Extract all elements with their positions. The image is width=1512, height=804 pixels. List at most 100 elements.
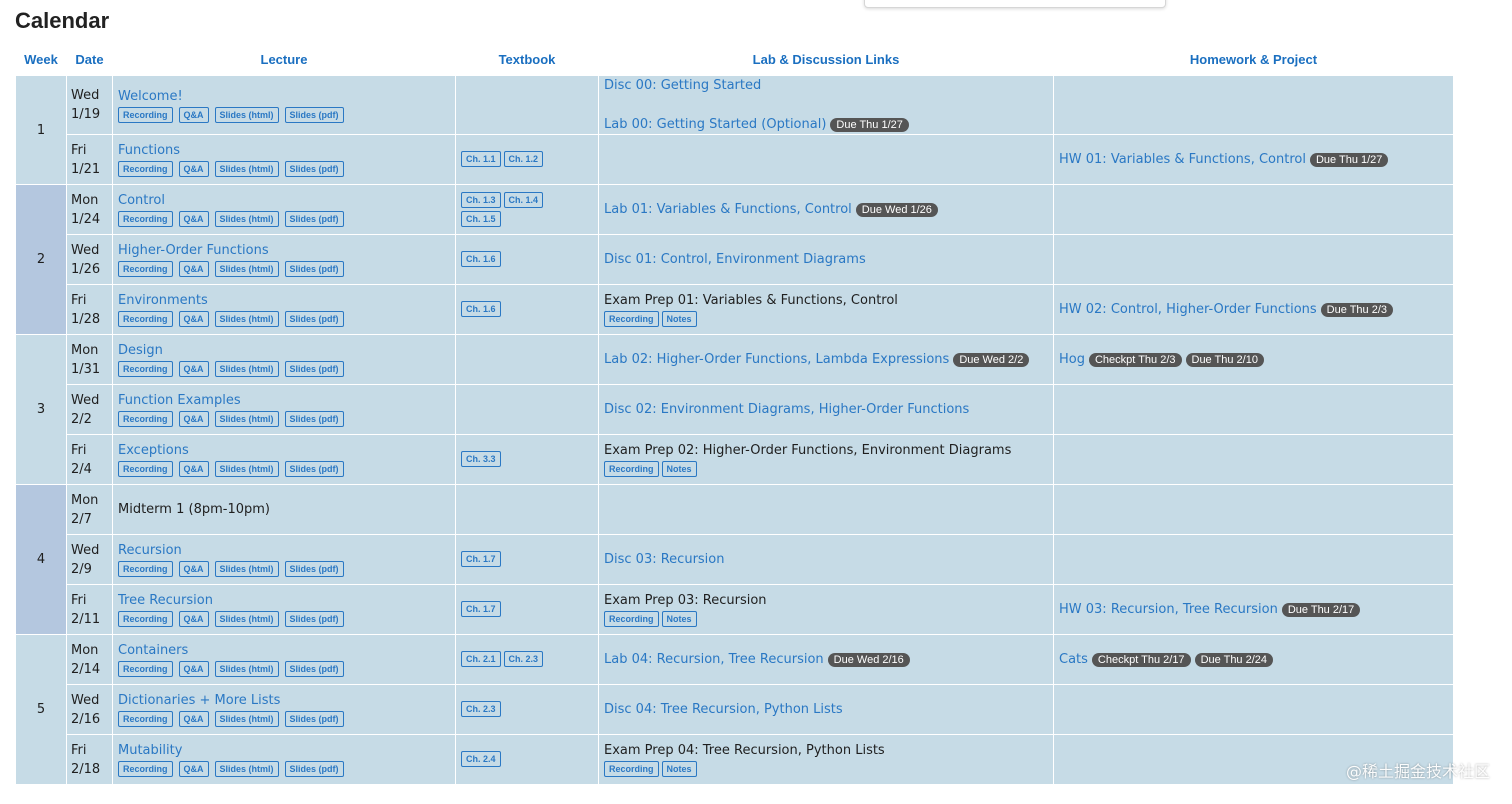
- slides-html-button[interactable]: Slides (html): [214, 661, 279, 678]
- textbook-chapter-button[interactable]: Ch. 1.6: [461, 301, 501, 318]
- header-date[interactable]: Date: [66, 44, 113, 76]
- recording-button[interactable]: Recording: [118, 661, 173, 678]
- textbook-chapter-button[interactable]: Ch. 1.2: [503, 151, 544, 168]
- recording-button[interactable]: Recording: [118, 361, 173, 378]
- recording-button[interactable]: Recording: [118, 106, 173, 123]
- recording-button[interactable]: Recording: [118, 611, 173, 628]
- slides-pdf-button[interactable]: Slides (pdf): [284, 711, 344, 728]
- lecture-link[interactable]: Design: [118, 341, 450, 360]
- qa-button[interactable]: Q&A: [178, 261, 209, 278]
- lecture-link[interactable]: Environments: [118, 291, 450, 310]
- slides-html-button[interactable]: Slides (html): [214, 211, 279, 228]
- slides-pdf-button[interactable]: Slides (pdf): [284, 411, 344, 428]
- exam-prep-recording-button[interactable]: Recording: [604, 611, 659, 628]
- slides-pdf-button[interactable]: Slides (pdf): [284, 461, 344, 478]
- slides-pdf-button[interactable]: Slides (pdf): [284, 611, 344, 628]
- lecture-link[interactable]: Dictionaries + More Lists: [118, 691, 450, 710]
- textbook-chapter-button[interactable]: Ch. 1.7: [461, 551, 501, 568]
- qa-button[interactable]: Q&A: [178, 561, 209, 578]
- qa-button[interactable]: Q&A: [178, 711, 209, 728]
- lab-link[interactable]: Disc 02: Environment Diagrams, Higher-Or…: [604, 402, 969, 417]
- exam-prep-recording-button[interactable]: Recording: [604, 311, 659, 328]
- textbook-chapter-button[interactable]: Ch. 2.3: [503, 651, 544, 668]
- slides-pdf-button[interactable]: Slides (pdf): [284, 311, 344, 328]
- header-lecture[interactable]: Lecture: [112, 44, 456, 76]
- textbook-chapter-button[interactable]: Ch. 1.6: [461, 251, 501, 268]
- slides-pdf-button[interactable]: Slides (pdf): [284, 361, 344, 378]
- slides-pdf-button[interactable]: Slides (pdf): [284, 561, 344, 578]
- qa-button[interactable]: Q&A: [178, 161, 209, 178]
- lecture-link[interactable]: Mutability: [118, 741, 450, 760]
- slides-pdf-button[interactable]: Slides (pdf): [284, 106, 344, 123]
- slides-pdf-button[interactable]: Slides (pdf): [284, 161, 344, 178]
- slides-html-button[interactable]: Slides (html): [214, 161, 279, 178]
- lab-link[interactable]: Disc 04: Tree Recursion, Python Lists: [604, 702, 843, 717]
- slides-html-button[interactable]: Slides (html): [214, 411, 279, 428]
- lab-link[interactable]: Lab 01: Variables & Functions, Control: [604, 202, 852, 217]
- exam-prep-recording-button[interactable]: Recording: [604, 761, 659, 778]
- homework-link[interactable]: HW 01: Variables & Functions, Control: [1059, 152, 1306, 167]
- recording-button[interactable]: Recording: [118, 311, 173, 328]
- exam-prep-notes-button[interactable]: Notes: [661, 611, 697, 628]
- qa-button[interactable]: Q&A: [178, 461, 209, 478]
- textbook-chapter-button[interactable]: Ch. 2.4: [461, 751, 501, 768]
- homework-link[interactable]: Hog: [1059, 352, 1085, 367]
- textbook-chapter-button[interactable]: Ch. 1.3: [461, 191, 501, 208]
- slides-html-button[interactable]: Slides (html): [214, 761, 279, 778]
- lab-link[interactable]: Lab 00: Getting Started (Optional): [604, 117, 826, 132]
- lab-link[interactable]: Lab 02: Higher-Order Functions, Lambda E…: [604, 352, 949, 367]
- exam-prep-notes-button[interactable]: Notes: [661, 311, 697, 328]
- lecture-link[interactable]: Higher-Order Functions: [118, 241, 450, 260]
- textbook-chapter-button[interactable]: Ch. 1.5: [461, 211, 501, 227]
- lab-link[interactable]: Lab 04: Recursion, Tree Recursion: [604, 652, 824, 667]
- qa-button[interactable]: Q&A: [178, 411, 209, 428]
- homework-link[interactable]: HW 02: Control, Higher-Order Functions: [1059, 302, 1317, 317]
- qa-button[interactable]: Q&A: [178, 611, 209, 628]
- exam-prep-notes-button[interactable]: Notes: [661, 761, 697, 778]
- textbook-chapter-button[interactable]: Ch. 1.1: [461, 151, 501, 168]
- exam-prep-recording-button[interactable]: Recording: [604, 461, 659, 478]
- lecture-link[interactable]: Containers: [118, 641, 450, 660]
- qa-button[interactable]: Q&A: [178, 211, 209, 228]
- header-week[interactable]: Week: [15, 44, 67, 76]
- recording-button[interactable]: Recording: [118, 761, 173, 778]
- qa-button[interactable]: Q&A: [178, 361, 209, 378]
- slides-html-button[interactable]: Slides (html): [214, 561, 279, 578]
- slides-pdf-button[interactable]: Slides (pdf): [284, 661, 344, 678]
- textbook-chapter-button[interactable]: Ch. 2.1: [461, 651, 501, 668]
- lecture-link[interactable]: Functions: [118, 141, 450, 160]
- qa-button[interactable]: Q&A: [178, 311, 209, 328]
- slides-html-button[interactable]: Slides (html): [214, 361, 279, 378]
- lab-link[interactable]: Disc 00: Getting Started: [604, 78, 761, 93]
- qa-button[interactable]: Q&A: [178, 661, 209, 678]
- recording-button[interactable]: Recording: [118, 561, 173, 578]
- lab-link[interactable]: Disc 03: Recursion: [604, 552, 725, 567]
- slides-html-button[interactable]: Slides (html): [214, 611, 279, 628]
- slides-html-button[interactable]: Slides (html): [214, 711, 279, 728]
- header-textbook[interactable]: Textbook: [455, 44, 599, 76]
- lecture-link[interactable]: Exceptions: [118, 441, 450, 460]
- header-homework-project[interactable]: Homework & Project: [1053, 44, 1454, 76]
- slides-html-button[interactable]: Slides (html): [214, 106, 279, 123]
- slides-html-button[interactable]: Slides (html): [214, 311, 279, 328]
- lecture-link[interactable]: Recursion: [118, 541, 450, 560]
- homework-link[interactable]: HW 03: Recursion, Tree Recursion: [1059, 602, 1278, 617]
- slides-html-button[interactable]: Slides (html): [214, 461, 279, 478]
- recording-button[interactable]: Recording: [118, 461, 173, 478]
- textbook-chapter-button[interactable]: Ch. 3.3: [461, 451, 501, 468]
- lecture-link[interactable]: Tree Recursion: [118, 591, 450, 610]
- textbook-chapter-button[interactable]: Ch. 1.4: [503, 191, 544, 208]
- slides-html-button[interactable]: Slides (html): [214, 261, 279, 278]
- lecture-link[interactable]: Welcome!: [118, 87, 450, 106]
- homework-link[interactable]: Cats: [1059, 652, 1088, 667]
- lecture-link[interactable]: Function Examples: [118, 391, 450, 410]
- exam-prep-notes-button[interactable]: Notes: [661, 461, 697, 478]
- recording-button[interactable]: Recording: [118, 211, 173, 228]
- lecture-link[interactable]: Control: [118, 191, 450, 210]
- header-lab-discussion[interactable]: Lab & Discussion Links: [598, 44, 1054, 76]
- textbook-chapter-button[interactable]: Ch. 2.3: [461, 701, 501, 718]
- slides-pdf-button[interactable]: Slides (pdf): [284, 761, 344, 778]
- recording-button[interactable]: Recording: [118, 261, 173, 278]
- qa-button[interactable]: Q&A: [178, 761, 209, 778]
- qa-button[interactable]: Q&A: [178, 106, 209, 123]
